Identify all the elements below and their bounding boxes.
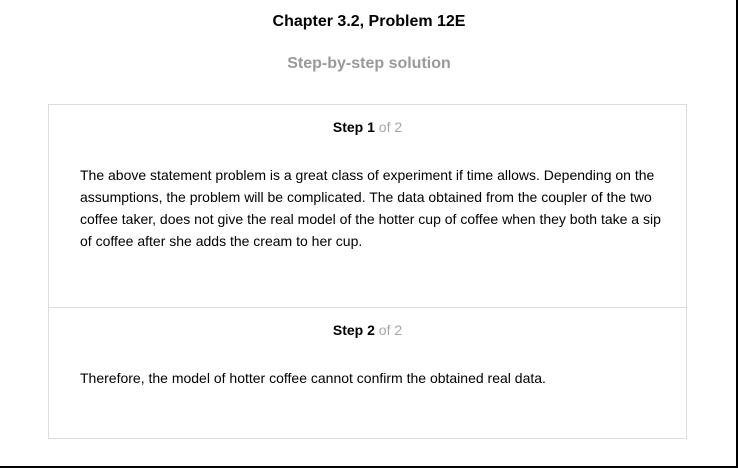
step-2-body: Therefore, the model of hotter coffee ca… bbox=[80, 370, 546, 386]
step-2-section: Step 2 of 2 Therefore, the model of hott… bbox=[49, 307, 686, 439]
step-label: Step bbox=[332, 322, 364, 338]
step-total: of 2 bbox=[378, 322, 403, 338]
step-1-section: Step 1 of 2 The above statement problem … bbox=[49, 105, 686, 307]
step-1-header: Step 1 of 2 bbox=[49, 119, 686, 135]
step-label: Step bbox=[332, 119, 364, 135]
step-2-header: Step 2 of 2 bbox=[49, 322, 686, 338]
step-number: 2 bbox=[367, 322, 375, 338]
page-subtitle: Step-by-step solution bbox=[287, 55, 451, 72]
page-title: Chapter 3.2, Problem 12E bbox=[272, 13, 466, 30]
step-1-body: The above statement problem is a great c… bbox=[80, 167, 661, 249]
step-total: of 2 bbox=[378, 119, 403, 135]
solution-box: Step 1 of 2 The above statement problem … bbox=[48, 104, 687, 439]
step-number: 1 bbox=[367, 119, 375, 135]
